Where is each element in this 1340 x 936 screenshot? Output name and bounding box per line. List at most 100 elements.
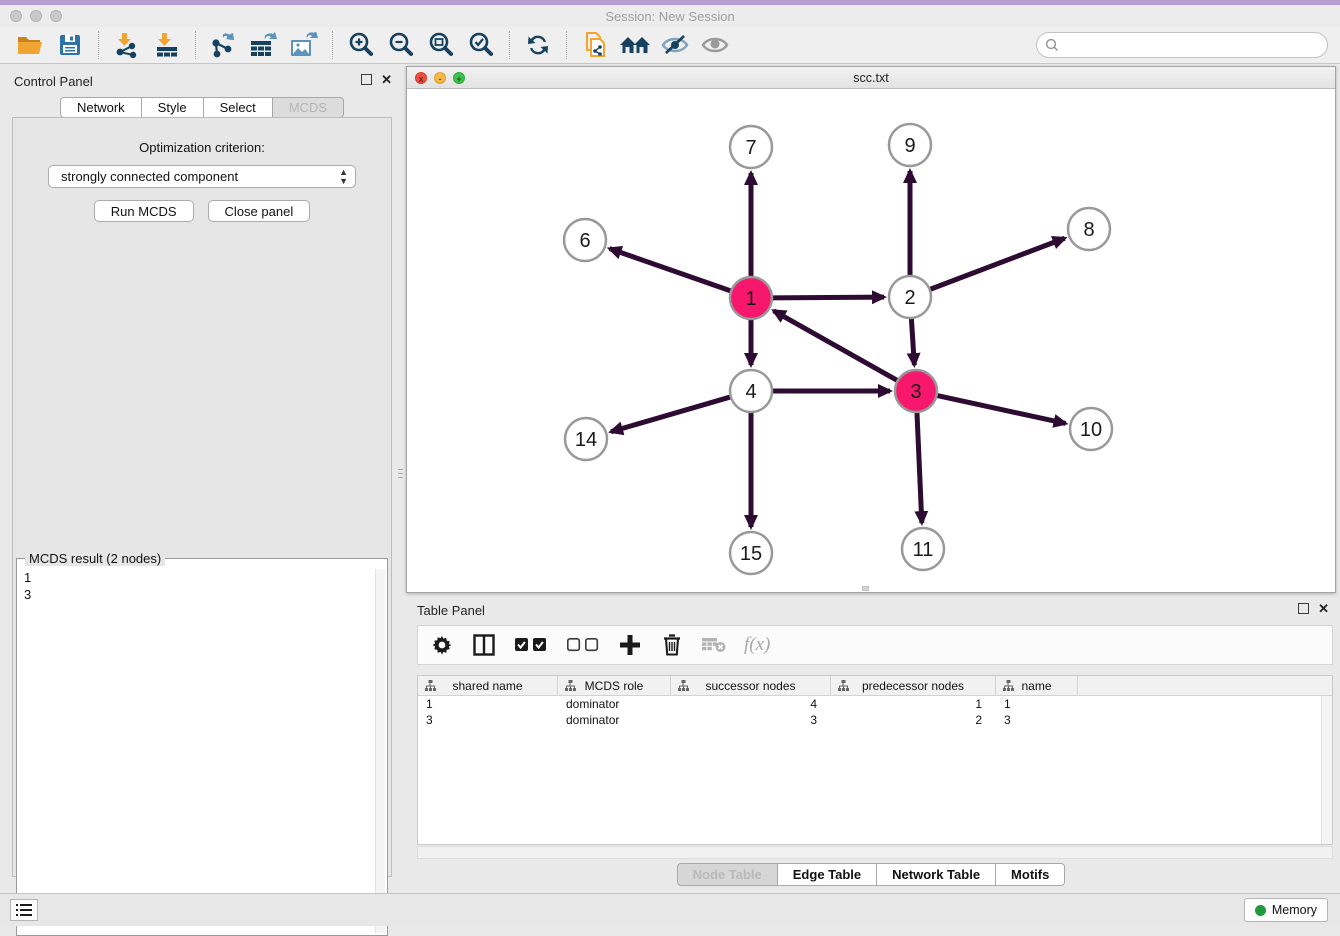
save-session-icon[interactable] bbox=[53, 30, 87, 60]
zoom-fit-icon[interactable] bbox=[424, 30, 458, 60]
edge-2-8[interactable] bbox=[929, 238, 1065, 290]
add-column-plus-icon[interactable] bbox=[618, 633, 642, 657]
select-all-checkboxes-icon[interactable] bbox=[514, 633, 548, 657]
column-header-MCDS-role[interactable]: MCDS role bbox=[558, 676, 671, 695]
cell-successor-nodes[interactable]: 3 bbox=[671, 712, 831, 728]
cell-predecessor-nodes[interactable]: 2 bbox=[831, 712, 996, 728]
refresh-icon[interactable] bbox=[521, 30, 555, 60]
table-horizontal-scrollbar[interactable] bbox=[417, 846, 1333, 859]
cell-MCDS-role[interactable]: dominator bbox=[558, 696, 671, 712]
edge-2-3[interactable] bbox=[911, 317, 914, 365]
tab-edge-table[interactable]: Edge Table bbox=[778, 863, 877, 886]
node-label-11: 11 bbox=[913, 539, 934, 561]
node-label-9: 9 bbox=[904, 135, 915, 157]
table-row[interactable]: 3dominator323 bbox=[418, 712, 1332, 728]
double-house-icon[interactable] bbox=[618, 30, 652, 60]
column-header-successor-nodes[interactable]: successor nodes bbox=[671, 676, 831, 695]
network-export-icon[interactable] bbox=[207, 30, 241, 60]
node-table[interactable]: shared nameMCDS role successor nodes prede… bbox=[417, 675, 1333, 845]
toolbar-separator bbox=[195, 31, 196, 59]
import-table-icon[interactable] bbox=[150, 30, 184, 60]
node-label-8: 8 bbox=[1083, 219, 1094, 241]
table-panel: Table Panel ✕ bbox=[405, 595, 1337, 890]
table-header-row: shared nameMCDS role successor nodes prede… bbox=[418, 676, 1332, 696]
trash-icon[interactable] bbox=[660, 633, 684, 657]
split-columns-icon[interactable] bbox=[472, 633, 496, 657]
close-panel-button[interactable]: Close panel bbox=[208, 200, 311, 222]
control-tab-network[interactable]: Network bbox=[60, 97, 142, 118]
deselect-all-checkboxes-icon[interactable] bbox=[566, 633, 600, 657]
open-session-icon[interactable] bbox=[13, 30, 47, 60]
search-icon bbox=[1045, 38, 1059, 57]
eye-icon[interactable] bbox=[698, 30, 732, 60]
optimization-criterion-dropdown[interactable]: strongly connected component ▲▼ bbox=[48, 165, 356, 188]
search-input[interactable] bbox=[1036, 32, 1328, 58]
cell-predecessor-nodes[interactable]: 1 bbox=[831, 696, 996, 712]
window-title: Session: New Session bbox=[0, 9, 1340, 24]
zoom-selected-icon[interactable] bbox=[464, 30, 498, 60]
cell-shared-name[interactable]: 1 bbox=[418, 696, 558, 712]
table-toolbar: f(x) bbox=[417, 625, 1333, 665]
mcds-result-list[interactable]: 1 3 bbox=[19, 569, 375, 933]
dropdown-stepper-icon: ▲▼ bbox=[339, 168, 348, 186]
node-label-7: 7 bbox=[745, 137, 756, 159]
application-window: Session: New Session bbox=[0, 0, 1340, 926]
column-header-label: predecessor nodes bbox=[862, 679, 964, 693]
table-export-icon[interactable] bbox=[247, 30, 281, 60]
memory-button[interactable]: Memory bbox=[1244, 898, 1328, 922]
close-panel-icon[interactable]: ✕ bbox=[381, 74, 392, 85]
column-header-label: successor nodes bbox=[705, 679, 795, 693]
edge-1-6[interactable] bbox=[610, 249, 733, 292]
table-vertical-scrollbar[interactable] bbox=[1321, 696, 1332, 844]
panel-splitter-handle[interactable] bbox=[398, 460, 403, 486]
optimization-criterion-label: Optimization criterion: bbox=[13, 140, 391, 155]
toolbar-separator bbox=[98, 31, 99, 59]
zoom-in-icon[interactable] bbox=[344, 30, 378, 60]
column-header-name[interactable]: name bbox=[996, 676, 1078, 695]
edge-3-11[interactable] bbox=[917, 411, 922, 523]
control-tab-mcds[interactable]: MCDS bbox=[273, 97, 344, 118]
cell-name[interactable]: 1 bbox=[996, 696, 1078, 712]
column-header-label: name bbox=[1021, 679, 1051, 693]
toolbar-separator bbox=[566, 31, 567, 59]
tab-motifs[interactable]: Motifs bbox=[996, 863, 1065, 886]
network-window-titlebar[interactable]: x - + scc.txt bbox=[407, 67, 1335, 89]
edge-1-2[interactable] bbox=[771, 297, 884, 298]
task-history-button[interactable] bbox=[10, 899, 38, 921]
zoom-out-icon[interactable] bbox=[384, 30, 418, 60]
control-tab-style[interactable]: Style bbox=[142, 97, 204, 118]
cell-successor-nodes[interactable]: 4 bbox=[671, 696, 831, 712]
column-header-predecessor-nodes[interactable]: predecessor nodes bbox=[831, 676, 996, 695]
main-toolbar bbox=[0, 27, 1340, 64]
eye-slash-icon[interactable] bbox=[658, 30, 692, 60]
cell-name[interactable]: 3 bbox=[996, 712, 1078, 728]
edge-4-14[interactable] bbox=[611, 397, 732, 432]
float-table-panel-icon[interactable] bbox=[1298, 603, 1309, 614]
node-label-6: 6 bbox=[579, 230, 590, 252]
canvas-scroll-thumb[interactable] bbox=[862, 586, 869, 591]
table-row[interactable]: 1dominator411 bbox=[418, 696, 1332, 712]
tab-network-table[interactable]: Network Table bbox=[877, 863, 996, 886]
toolbar-separator bbox=[509, 31, 510, 59]
import-network-icon[interactable] bbox=[110, 30, 144, 60]
document-share-icon[interactable] bbox=[578, 30, 612, 60]
cell-shared-name[interactable]: 3 bbox=[418, 712, 558, 728]
toolbar-separator bbox=[332, 31, 333, 59]
edge-3-1[interactable] bbox=[774, 311, 899, 381]
node-label-14: 14 bbox=[575, 429, 597, 451]
run-mcds-button[interactable]: Run MCDS bbox=[94, 200, 194, 222]
float-panel-icon[interactable] bbox=[361, 74, 372, 85]
network-canvas[interactable]: 7968124314101511 bbox=[407, 89, 1335, 592]
tab-node-table[interactable]: Node Table bbox=[677, 863, 778, 886]
column-header-shared-name[interactable]: shared name bbox=[418, 676, 558, 695]
control-panel-tabs: NetworkStyleSelectMCDS bbox=[4, 97, 400, 118]
close-table-panel-icon[interactable]: ✕ bbox=[1318, 603, 1329, 614]
image-export-icon[interactable] bbox=[287, 30, 321, 60]
table-body: 1dominator4113dominator323 bbox=[418, 696, 1332, 728]
network-graph[interactable]: 7968124314101511 bbox=[407, 89, 1335, 592]
edge-3-10[interactable] bbox=[936, 395, 1066, 423]
cell-MCDS-role[interactable]: dominator bbox=[558, 712, 671, 728]
gear-icon[interactable] bbox=[430, 633, 454, 657]
control-tab-select[interactable]: Select bbox=[204, 97, 273, 118]
result-scrollbar[interactable] bbox=[375, 569, 385, 933]
